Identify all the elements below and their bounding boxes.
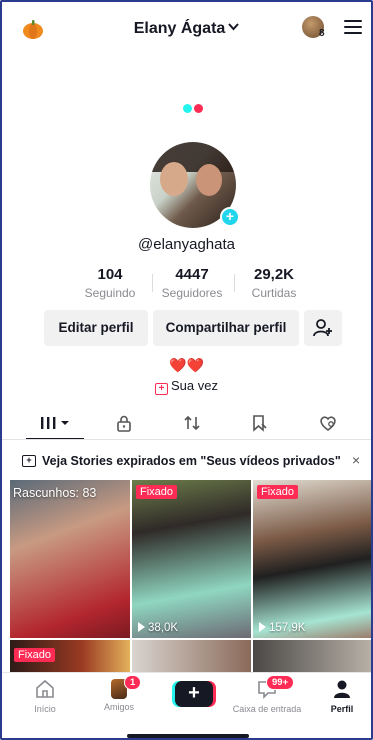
nav-label: Amigos <box>103 702 134 712</box>
view-count-value: 157,9K <box>269 622 306 634</box>
lock-icon <box>117 415 131 432</box>
view-count: 38,0K <box>138 622 178 634</box>
home-icon <box>36 679 54 698</box>
pinned-badge: Fixado <box>257 485 299 499</box>
stat-label: Seguidores <box>161 286 223 300</box>
app-frame: Elany Ágata 8 + @elanyaghata 104 Seguind… <box>0 0 373 740</box>
divider <box>2 439 371 440</box>
red-dot <box>194 104 203 113</box>
loading-dots <box>183 104 207 114</box>
pinned-badge: Fixado <box>14 648 56 662</box>
content-tabs <box>2 406 371 440</box>
friends-badge: 1 <box>124 675 142 690</box>
stat-following[interactable]: 104 Seguindo <box>70 266 150 300</box>
play-icon <box>138 622 145 632</box>
menu-icon[interactable] <box>344 20 362 34</box>
friends-count: 8 <box>319 28 325 39</box>
stat-label: Seguindo <box>84 286 136 300</box>
story-link-label: Sua vez <box>171 378 218 393</box>
stat-value: 29,2K <box>253 266 295 283</box>
bookmark-icon <box>253 415 267 432</box>
video-tile[interactable] <box>132 640 251 676</box>
tab-liked[interactable] <box>298 406 358 440</box>
pinned-badge: Fixado <box>136 485 178 499</box>
share-profile-button[interactable]: Compartilhar perfil <box>153 310 299 346</box>
video-tile[interactable] <box>253 640 371 676</box>
nav-label: Início <box>34 704 56 714</box>
add-story-icon: + <box>155 383 168 395</box>
chevron-down-icon <box>228 18 240 36</box>
profile-name: Elany Ágata <box>133 20 226 37</box>
stat-value: 4447 <box>175 266 209 283</box>
bio-text: ❤️❤️ <box>169 357 204 373</box>
nav-profile[interactable]: Perfil <box>307 679 371 714</box>
tab-private[interactable] <box>94 406 154 440</box>
grid-icon <box>41 417 69 429</box>
nav-inbox[interactable]: Caixa de entrada 99+ <box>232 675 302 714</box>
add-friend-button[interactable] <box>304 310 342 346</box>
cyan-dot <box>183 104 192 113</box>
stat-followers[interactable]: 4447 Seguidores <box>152 266 232 300</box>
profile-stats: 104 Seguindo 4447 Seguidores 29,2K Curti… <box>72 266 312 302</box>
stories-banner[interactable]: + Veja Stories expirados em "Seus vídeos… <box>2 448 371 476</box>
tab-favorites[interactable] <box>230 406 290 440</box>
person-icon <box>334 680 350 698</box>
nav-home[interactable]: Início <box>10 679 80 714</box>
nav-label: Perfil <box>330 704 354 714</box>
tab-reposts[interactable] <box>162 406 222 440</box>
stat-value: 104 <box>97 266 123 283</box>
video-tile[interactable]: Fixado 157,9K <box>253 480 371 638</box>
close-icon[interactable]: × <box>352 452 360 468</box>
view-count: 157,9K <box>259 622 305 634</box>
nav-label: Caixa de entrada <box>232 704 302 714</box>
drafts-tile[interactable]: Rascunhos: 83 <box>10 480 130 638</box>
add-user-icon <box>313 319 332 337</box>
username: @elanyaghata <box>138 236 235 253</box>
add-story-button[interactable]: + <box>220 207 240 227</box>
bottom-nav: Início Amigos 1 + Caixa de entrada 99+ P… <box>2 672 371 738</box>
video-tile[interactable]: Fixado <box>10 640 130 676</box>
play-icon <box>259 622 266 632</box>
video-grid: Rascunhos: 83 Fixado 38,0K Fixado 157,9K… <box>10 480 371 676</box>
view-count-value: 38,0K <box>148 622 179 634</box>
drafts-label: Rascunhos: 83 <box>13 486 97 500</box>
stat-label: Curtidas <box>251 286 297 300</box>
video-tile[interactable]: Fixado 38,0K <box>132 480 251 638</box>
repost-icon <box>184 415 200 431</box>
nav-friends[interactable]: Amigos 1 <box>84 675 154 712</box>
edit-profile-button[interactable]: Editar perfil <box>44 310 148 346</box>
banner-text: Veja Stories expirados em "Seus vídeos p… <box>42 454 341 468</box>
stat-likes[interactable]: 29,2K Curtidas <box>234 266 314 300</box>
inbox-badge: 99+ <box>266 675 295 690</box>
profile-header: Elany Ágata 8 <box>2 12 371 48</box>
heart-hidden-icon <box>320 416 336 431</box>
create-button[interactable]: + <box>175 681 213 707</box>
tab-videos[interactable] <box>26 406 86 440</box>
home-indicator <box>127 734 249 738</box>
add-story-icon: + <box>22 455 36 467</box>
story-link[interactable]: + Sua vez <box>2 378 371 395</box>
